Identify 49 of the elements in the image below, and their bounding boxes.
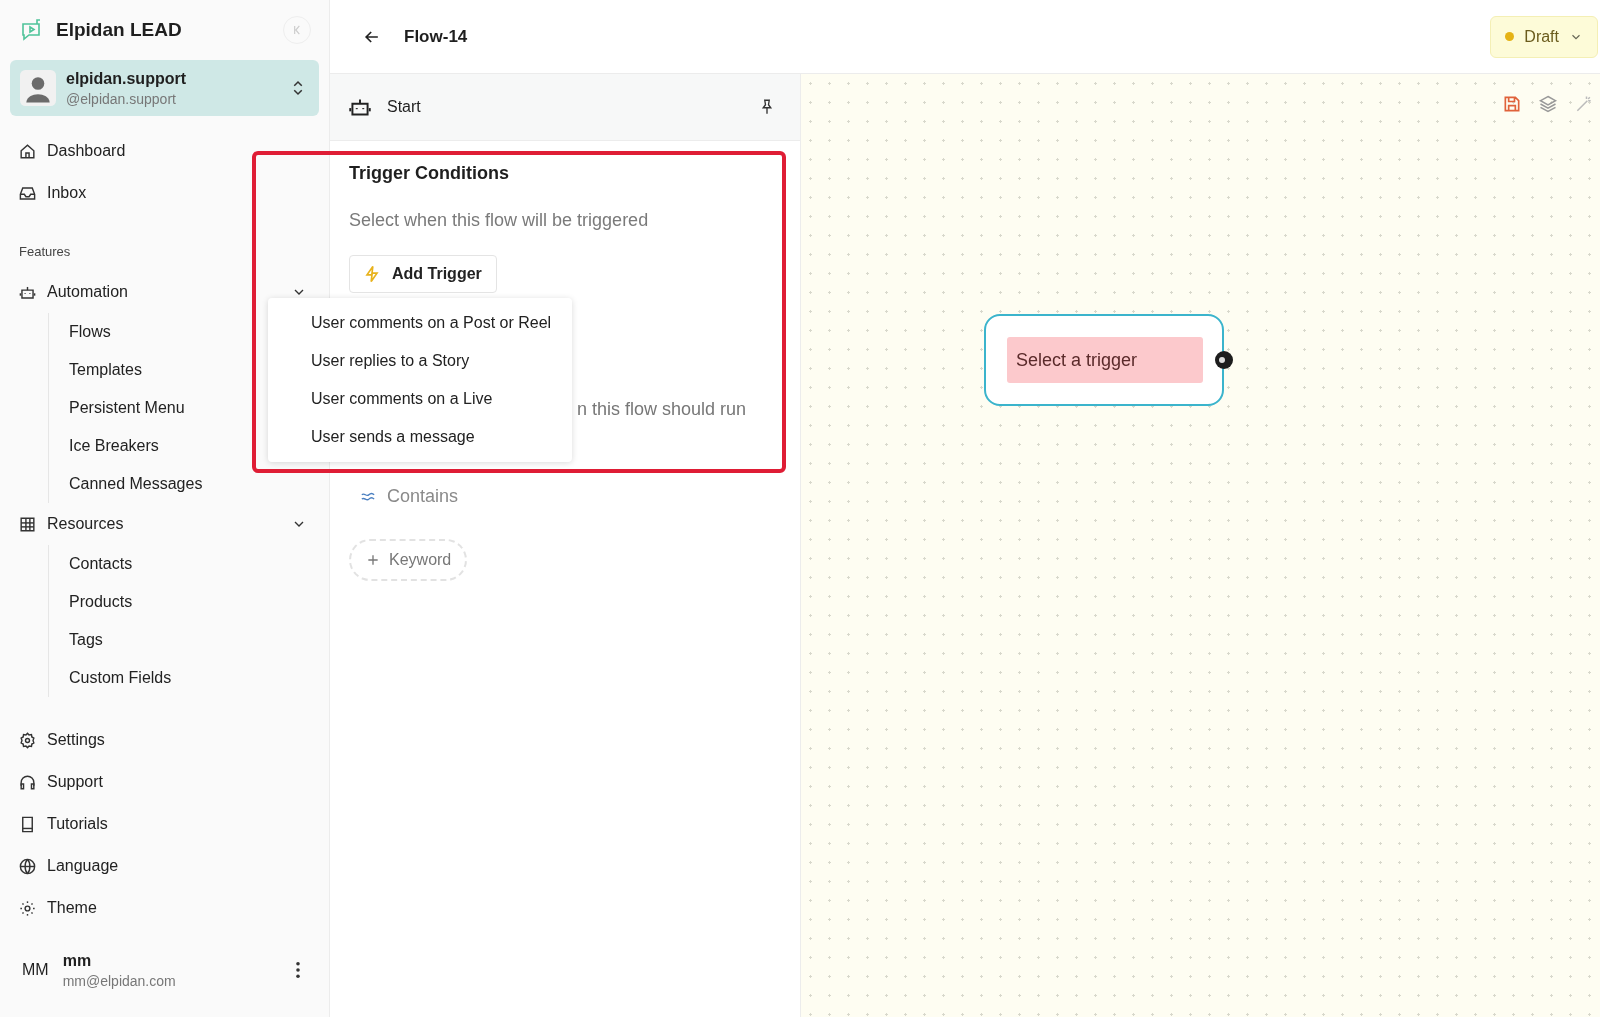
nav-group[interactable]: Resources bbox=[10, 503, 319, 545]
connector-handle[interactable] bbox=[1214, 350, 1234, 370]
nav-item[interactable]: Support bbox=[10, 761, 319, 803]
menu-item[interactable]: User comments on a Live bbox=[268, 380, 572, 418]
section-heading: Features bbox=[18, 244, 72, 259]
layers-icon[interactable] bbox=[1538, 94, 1558, 114]
more-icon[interactable] bbox=[295, 961, 301, 979]
section-subtitle: Select when this flow will be triggered bbox=[349, 210, 649, 231]
nav-subitem[interactable]: Products bbox=[49, 583, 319, 621]
headset-icon bbox=[18, 772, 37, 792]
match-option[interactable]: Contains bbox=[387, 486, 459, 507]
add-trigger-button[interactable]: Add Trigger bbox=[349, 255, 497, 293]
app-name: Elpidan LEAD bbox=[56, 19, 183, 41]
status-dropdown[interactable]: Draft bbox=[1490, 15, 1598, 58]
nav-subitem[interactable]: Contacts bbox=[49, 545, 319, 583]
nav-subitem[interactable]: Custom Fields bbox=[49, 659, 319, 697]
sun-icon bbox=[18, 898, 37, 918]
save-icon[interactable] bbox=[1502, 94, 1522, 114]
add-keyword-button[interactable]: Keyword bbox=[349, 539, 468, 581]
gear-icon bbox=[18, 730, 37, 750]
nav-subitem[interactable]: Canned Messages bbox=[49, 465, 319, 503]
section-title: Trigger Conditions bbox=[349, 163, 509, 184]
menu-item[interactable]: User replies to a Story bbox=[268, 342, 572, 380]
nav-item[interactable]: Theme bbox=[10, 887, 319, 929]
approx-icon bbox=[361, 491, 375, 502]
globe-icon bbox=[18, 856, 37, 876]
nav-item[interactable]: Tutorials bbox=[10, 803, 319, 845]
nav-subitem[interactable]: Tags bbox=[49, 621, 319, 659]
hint-text: n this flow should run bbox=[577, 399, 747, 420]
menu-item[interactable]: User sends a message bbox=[268, 418, 572, 456]
user-name: mm bbox=[62, 951, 93, 970]
nav-item[interactable]: Settings bbox=[10, 719, 319, 761]
user-email: mm@elpidan.com bbox=[62, 972, 177, 989]
account-name: elpidan.support bbox=[66, 69, 187, 88]
account-handle: @elpidan.support bbox=[66, 90, 177, 107]
nav-item[interactable]: Language bbox=[10, 845, 319, 887]
user-initials: MM bbox=[22, 961, 49, 979]
nav-item[interactable]: Inbox bbox=[10, 172, 319, 214]
status-dot bbox=[1505, 32, 1515, 41]
avatar-icon bbox=[20, 70, 56, 106]
flow-title: Flow-14 bbox=[404, 26, 469, 47]
node-label: Select a trigger bbox=[1007, 337, 1203, 383]
home-icon bbox=[18, 141, 37, 161]
grid-icon bbox=[18, 514, 37, 534]
account-switcher[interactable]: elpidan.support @elpidan.support bbox=[10, 60, 319, 116]
trigger-node[interactable]: Select a trigger bbox=[984, 314, 1224, 406]
step-name: Start bbox=[387, 98, 422, 116]
plus-icon bbox=[365, 552, 381, 568]
nav-item[interactable]: Dashboard bbox=[10, 130, 319, 172]
